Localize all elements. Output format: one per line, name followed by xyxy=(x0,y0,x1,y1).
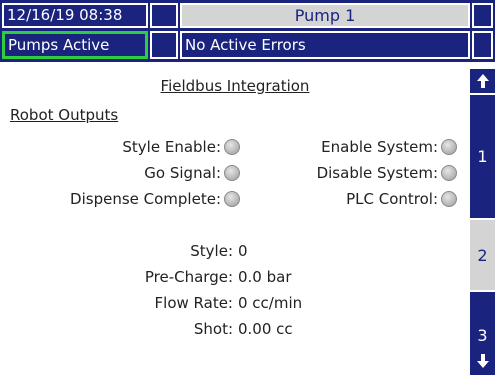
indicator-led-icon xyxy=(224,191,240,207)
value-text: 0 cc/min xyxy=(238,294,303,312)
output-go-signal: Go Signal: xyxy=(144,164,240,182)
screen-title: Fieldbus Integration xyxy=(0,77,470,95)
value-row-style: Style: 0 xyxy=(0,242,470,260)
output-plc-control: PLC Control: xyxy=(346,190,457,208)
output-label: PLC Control: xyxy=(346,190,438,208)
value-text: 0 xyxy=(238,242,248,260)
value-label: Flow Rate: xyxy=(154,294,233,312)
output-style-enable: Style Enable: xyxy=(122,138,240,156)
header-spacer xyxy=(150,31,178,59)
indicator-led-icon xyxy=(441,191,457,207)
status-header: 12/16/19 08:38 Pump 1 Pumps Active No Ac… xyxy=(0,0,495,62)
header-spacer xyxy=(472,3,493,28)
indicator-led-icon xyxy=(441,139,457,155)
output-label: Enable System: xyxy=(321,138,438,156)
value-text: 0.00 cc xyxy=(238,320,293,338)
tab-2[interactable]: 2 xyxy=(470,220,495,290)
tab-rail: 1 2 3 xyxy=(470,62,495,375)
value-row-flow-rate: Flow Rate: 0 cc/min xyxy=(0,294,470,312)
value-row-shot: Shot: 0.00 cc xyxy=(0,320,470,338)
output-enable-system: Enable System: xyxy=(321,138,457,156)
header-spacer xyxy=(150,3,178,28)
value-label: Style: xyxy=(190,242,233,260)
value-label: Pre-Charge: xyxy=(144,268,233,286)
main-panel: Fieldbus Integration Robot Outputs Style… xyxy=(0,62,470,375)
scroll-down-button[interactable] xyxy=(470,349,495,373)
output-label: Style Enable: xyxy=(122,138,221,156)
arrow-down-icon xyxy=(476,354,489,368)
scroll-up-button[interactable] xyxy=(470,69,495,93)
hmi-screen: 12/16/19 08:38 Pump 1 Pumps Active No Ac… xyxy=(0,0,495,375)
screen-title-text: Fieldbus Integration xyxy=(160,77,310,95)
output-label: Dispense Complete: xyxy=(70,190,221,208)
output-label: Go Signal: xyxy=(144,164,221,182)
pumps-status-indicator: Pumps Active xyxy=(2,31,148,59)
header-spacer xyxy=(472,31,493,59)
section-title: Robot Outputs xyxy=(10,106,119,124)
output-label: Disable System: xyxy=(316,164,438,182)
value-label: Shot: xyxy=(193,320,233,338)
error-status-bar[interactable]: No Active Errors xyxy=(180,31,470,59)
indicator-led-icon xyxy=(224,139,240,155)
value-text: 0.0 bar xyxy=(238,268,292,286)
pump-title: Pump 1 xyxy=(180,3,470,28)
indicator-led-icon xyxy=(224,165,240,181)
output-disable-system: Disable System: xyxy=(317,164,457,182)
tab-1[interactable]: 1 xyxy=(470,95,495,218)
value-row-pre-charge: Pre-Charge: 0.0 bar xyxy=(0,268,470,286)
arrow-up-icon xyxy=(476,74,489,88)
indicator-led-icon xyxy=(441,165,457,181)
output-dispense-complete: Dispense Complete: xyxy=(70,190,240,208)
datetime-display: 12/16/19 08:38 xyxy=(2,3,148,28)
